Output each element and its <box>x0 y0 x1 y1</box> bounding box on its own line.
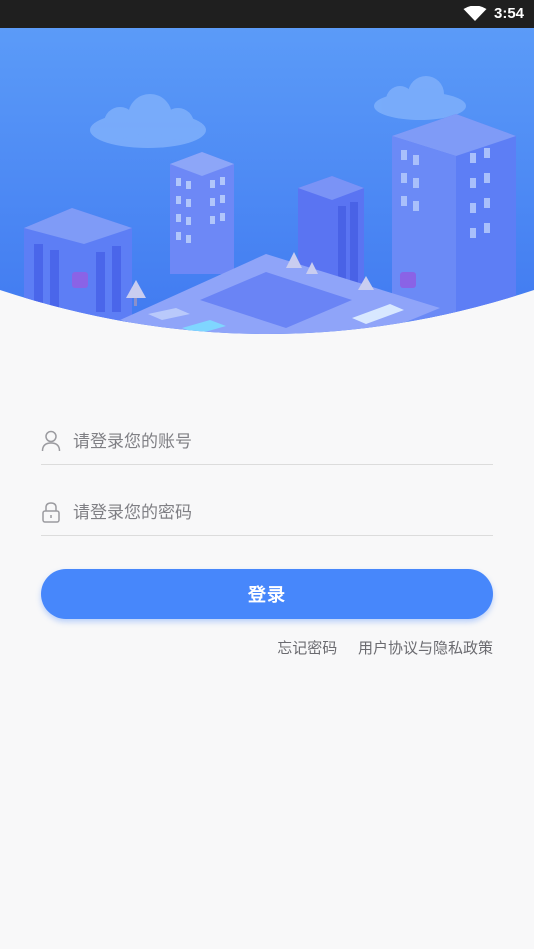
status-time: 3:54 <box>494 5 525 22</box>
account-field <box>41 428 493 465</box>
forgot-password-link[interactable]: 忘记密码 <box>277 639 337 657</box>
wifi-icon <box>463 6 487 21</box>
lock-icon <box>42 502 60 523</box>
agreement-link[interactable]: 用户协议与隐私政策 <box>358 639 493 657</box>
login-button[interactable]: 登录 <box>41 569 493 619</box>
status-bar: 3:54 <box>0 0 534 28</box>
user-icon <box>41 430 61 452</box>
footer-links: 忘记密码 用户协议与隐私政策 <box>261 637 493 658</box>
hero-illustration <box>0 28 534 348</box>
password-field <box>41 499 493 536</box>
password-input[interactable] <box>73 499 483 527</box>
account-input[interactable] <box>73 428 483 456</box>
